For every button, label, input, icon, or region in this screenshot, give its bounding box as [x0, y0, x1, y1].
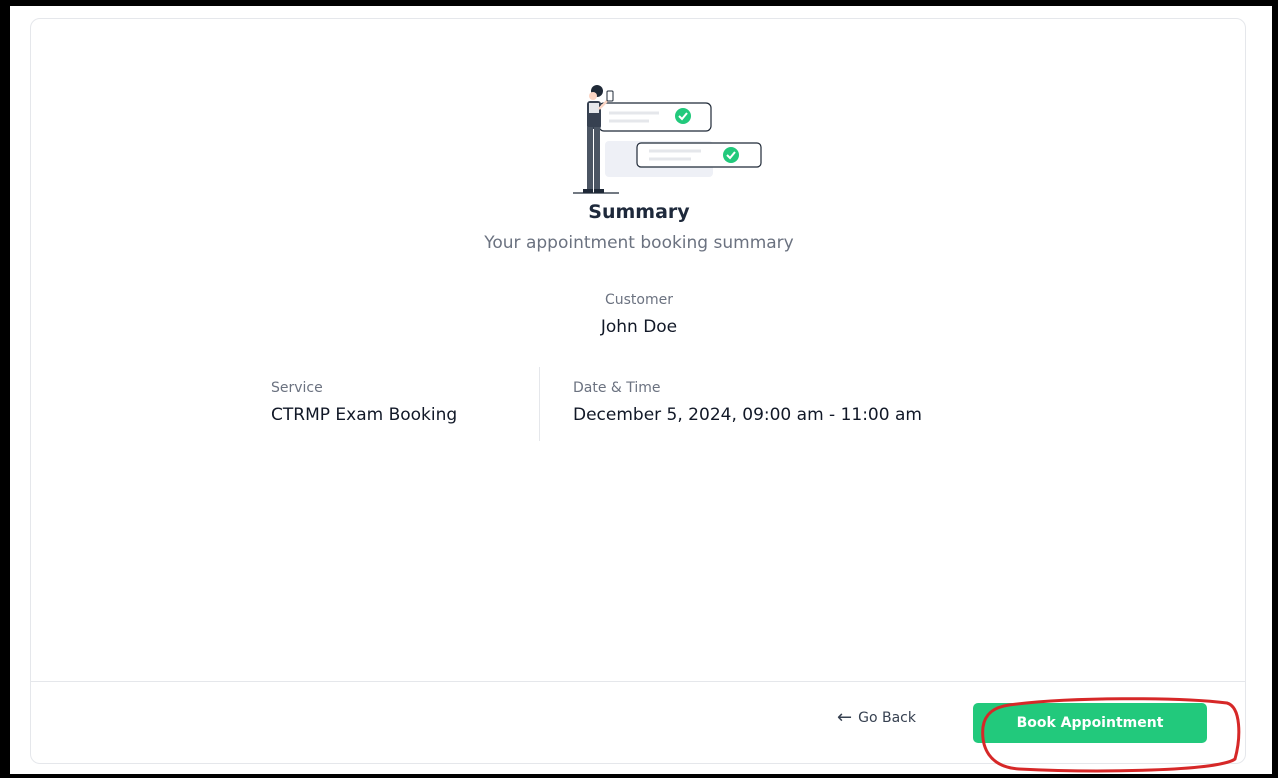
page-subtitle: Your appointment booking summary [484, 233, 794, 253]
customer-name: John Doe [600, 317, 678, 337]
go-back-button[interactable]: ← Go Back [837, 709, 916, 727]
customer-label: Customer [604, 292, 673, 308]
arrow-left-icon: ← [837, 707, 853, 728]
go-back-label: Go Back [858, 710, 916, 726]
book-appointment-button[interactable]: Book Appointment [973, 703, 1207, 743]
service-label: Service [271, 380, 323, 396]
summary-card: Summary Your appointment booking summary… [30, 18, 1246, 773]
booking-summary-illustration [573, 85, 762, 194]
datetime-value: December 5, 2024, 09:00 am - 11:00 am [573, 405, 922, 425]
datetime-label: Date & Time [573, 380, 661, 396]
page-title: Summary [588, 201, 690, 223]
service-name: CTRMP Exam Booking [271, 405, 458, 425]
details-divider [539, 367, 540, 441]
footer-divider [31, 681, 1245, 682]
